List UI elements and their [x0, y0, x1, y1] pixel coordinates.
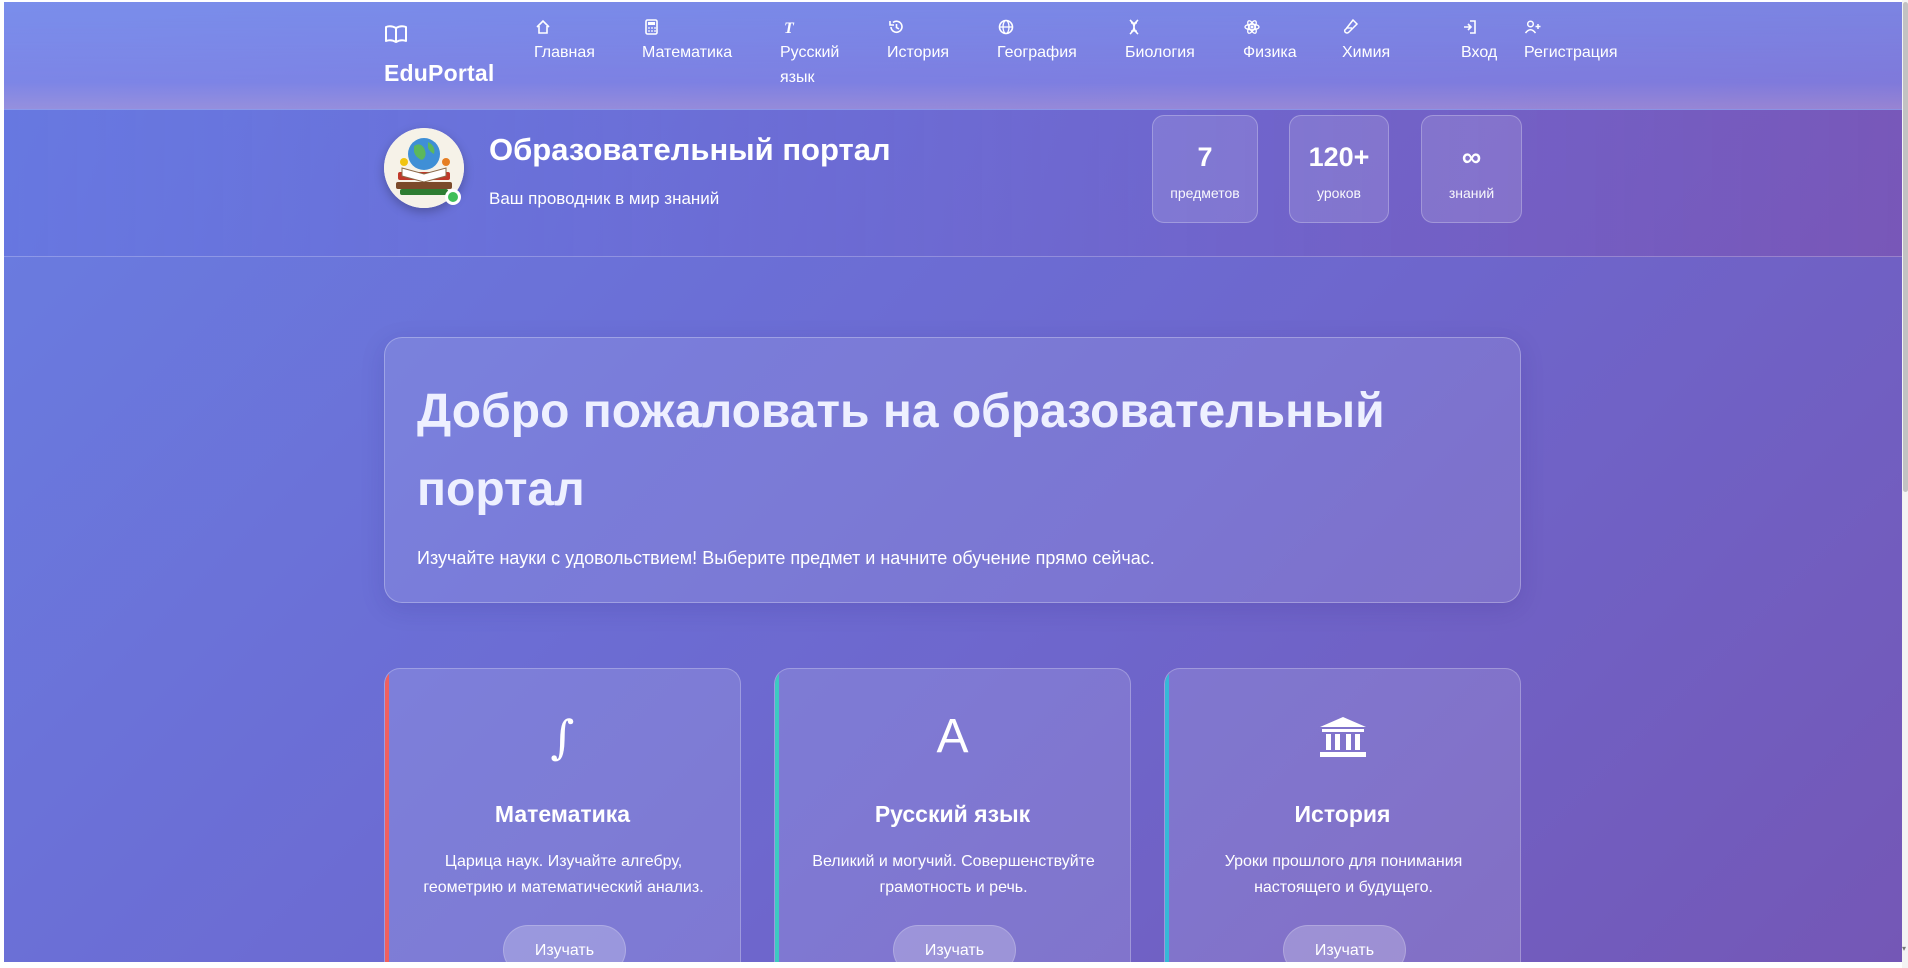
nav-item-russian[interactable]: T Русский язык — [780, 18, 850, 90]
atom-icon — [1243, 18, 1261, 36]
stat-label: уроков — [1317, 185, 1361, 201]
stat-label: предметов — [1170, 185, 1240, 201]
integral-icon: ∫ — [550, 710, 575, 764]
brand-name: EduPortal — [384, 60, 495, 86]
card-description: Царица наук. Изучайте алгебру, геометрию… — [423, 853, 704, 896]
page-subtitle: Ваш проводник в мир знаний — [489, 189, 720, 208]
card-title: Математика — [494, 801, 631, 827]
nav-label: Физика — [1243, 44, 1297, 61]
stat-value: ∞ — [1461, 142, 1482, 172]
stat-value: 120+ — [1308, 142, 1370, 172]
study-button[interactable]: Изучать — [1283, 925, 1406, 962]
nav-item-physics[interactable]: Физика — [1243, 18, 1297, 65]
dna-icon — [1125, 18, 1143, 36]
calculator-icon — [642, 18, 660, 36]
stat-lessons: 120+ уроков — [1289, 115, 1389, 223]
nav-item-chemistry[interactable]: Химия — [1342, 18, 1390, 65]
nav-label: Математика — [642, 44, 733, 61]
subject-card-russian[interactable]: A Русский язык Великий и могучий. Соверш… — [774, 668, 1131, 962]
text-icon: T — [780, 18, 798, 37]
nav-item-geography[interactable]: География — [997, 18, 1077, 65]
nav-label: Главная — [534, 44, 595, 61]
vertical-scrollbar[interactable]: ▾ — [1902, 0, 1908, 968]
page-title: Образовательный портал — [489, 132, 891, 167]
letter-a-icon: A — [936, 710, 969, 763]
welcome-text: Изучайте науки с удовольствием! Выберите… — [417, 548, 1155, 568]
welcome-panel: Добро пожаловать на образовательный порт… — [384, 337, 1521, 603]
home-icon — [534, 18, 552, 36]
nav-label: История — [887, 44, 950, 61]
card-title: Русский язык — [874, 801, 1031, 827]
stat-label: знаний — [1448, 185, 1495, 201]
nav-label: Русский язык — [780, 44, 840, 86]
welcome-title: Добро пожаловать на образовательный порт… — [417, 385, 1385, 516]
nav-item-login[interactable]: Вход — [1461, 18, 1497, 65]
svg-text:T: T — [784, 20, 795, 36]
stat-subjects: 7 предметов — [1152, 115, 1258, 223]
top-navbar: EduPortal Главная Математика T Русский я… — [4, 2, 1902, 110]
scrollbar-thumb[interactable] — [1903, 2, 1908, 492]
nav-label: Химия — [1342, 44, 1391, 61]
study-button[interactable]: Изучать — [503, 925, 626, 962]
nav-item-home[interactable]: Главная — [534, 18, 595, 65]
page-viewport: EduPortal Главная Математика T Русский я… — [4, 2, 1902, 962]
nav-item-register[interactable]: Регистрация — [1524, 18, 1618, 65]
card-description: Уроки прошлого для понимания настоящего … — [1224, 853, 1463, 896]
nav-item-math[interactable]: Математика — [642, 18, 732, 65]
history-icon — [887, 18, 905, 36]
stat-knowledge: ∞ знаний — [1421, 115, 1522, 223]
open-book-icon — [384, 24, 408, 44]
card-description: Великий и могучий. Совершенствуйте грамо… — [812, 853, 1095, 896]
nav-item-history[interactable]: История — [887, 18, 949, 65]
subject-card-math[interactable]: ∫ Математика Царица наук. Изучайте алгеб… — [384, 668, 741, 962]
flask-icon — [1342, 18, 1360, 36]
globe-icon — [997, 18, 1015, 36]
login-icon — [1461, 18, 1479, 36]
user-plus-icon — [1524, 18, 1542, 36]
nav-label: Вход — [1461, 44, 1498, 61]
nav-item-biology[interactable]: Биология — [1125, 18, 1195, 65]
brand-logo[interactable]: EduPortal — [384, 24, 494, 87]
online-status-dot — [445, 189, 461, 205]
study-button[interactable]: Изучать — [893, 925, 1016, 962]
nav-label: Регистрация — [1524, 44, 1618, 61]
museum-icon — [1165, 707, 1520, 767]
nav-label: Биология — [1125, 44, 1195, 61]
subject-card-history[interactable]: История Уроки прошлого для понимания нас… — [1164, 668, 1521, 962]
stat-value: 7 — [1197, 142, 1213, 172]
scroll-down-arrow-icon[interactable]: ▾ — [1902, 942, 1908, 956]
portal-header: Образовательный портал Ваш проводник в м… — [4, 110, 1902, 257]
card-title: История — [1294, 801, 1391, 827]
nav-label: География — [997, 44, 1077, 61]
